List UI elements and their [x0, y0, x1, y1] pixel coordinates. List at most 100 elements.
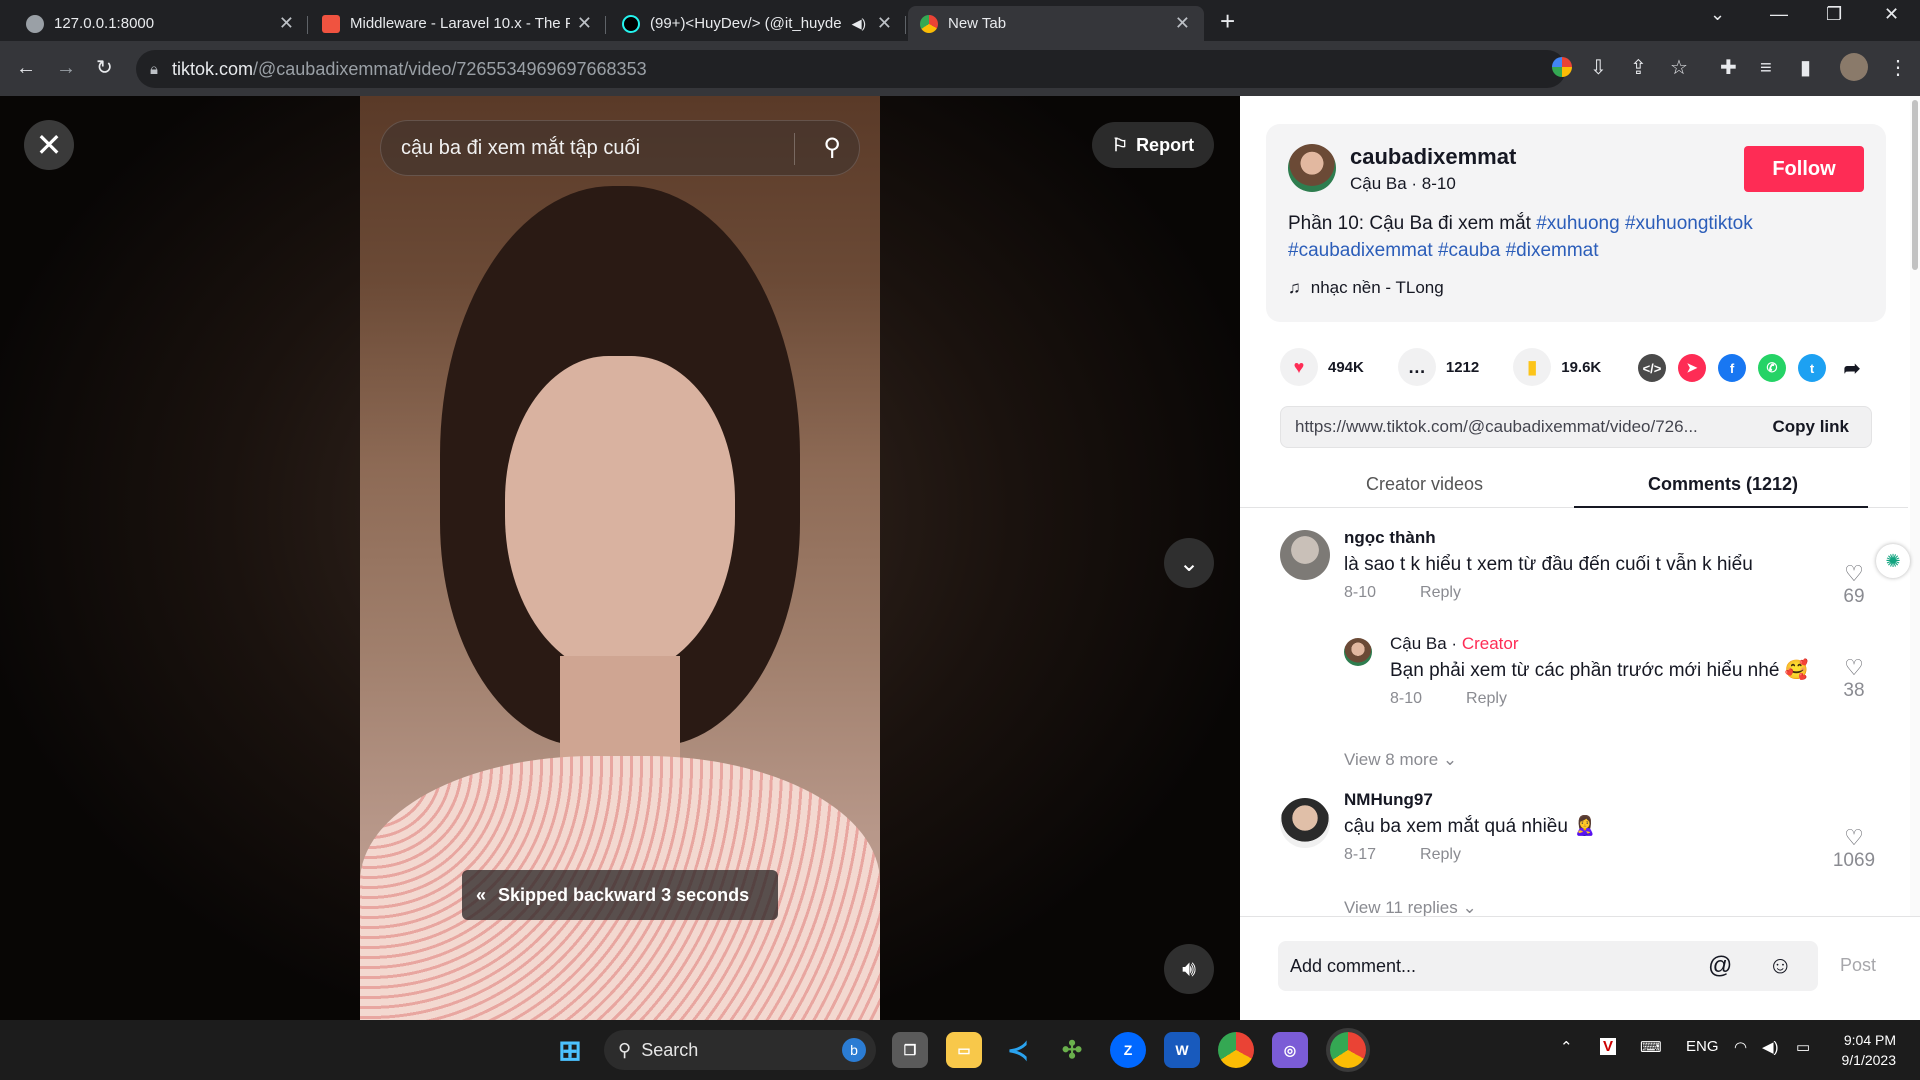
vscode-icon[interactable]: ≺: [1000, 1032, 1036, 1068]
back-icon[interactable]: ←: [16, 55, 36, 81]
install-app-icon[interactable]: ⇩: [1590, 55, 1607, 81]
task-view-icon[interactable]: ❐: [892, 1032, 928, 1068]
wifi-icon[interactable]: ◠: [1734, 1038, 1747, 1056]
lock-icon[interactable]: 🔒︎: [150, 61, 158, 78]
app-icon-purple[interactable]: ◎: [1272, 1032, 1308, 1068]
post-button[interactable]: Post: [1840, 955, 1876, 976]
speaker-icon[interactable]: ◀): [852, 16, 866, 32]
battery-icon[interactable]: ▭: [1796, 1038, 1810, 1056]
emoji-icon[interactable]: ☺: [1768, 952, 1793, 980]
close-tab-icon[interactable]: ✕: [577, 13, 592, 34]
volume-icon[interactable]: ◀): [1762, 1038, 1779, 1056]
reload-icon[interactable]: ↻: [96, 55, 113, 81]
whatsapp-icon[interactable]: ✆: [1758, 354, 1786, 382]
side-panel-icon[interactable]: ▮: [1800, 55, 1811, 81]
commenter-avatar[interactable]: [1280, 530, 1330, 580]
report-button[interactable]: ⚐ Report: [1092, 122, 1214, 168]
tab-comments[interactable]: Comments (1212): [1648, 474, 1798, 495]
share-arrow-icon[interactable]: ➦: [1838, 354, 1866, 382]
comment-author[interactable]: ngọc thành: [1344, 528, 1824, 548]
bing-icon[interactable]: b: [842, 1038, 866, 1062]
new-tab-plus-icon[interactable]: +: [1220, 6, 1235, 37]
close-window-icon[interactable]: ✕: [1884, 4, 1899, 25]
hashtag-link[interactable]: #dixemmat: [1506, 240, 1599, 261]
scrollbar[interactable]: [1910, 96, 1920, 1020]
heart-icon[interactable]: ♥: [1280, 348, 1318, 386]
zalo-icon[interactable]: Z: [1110, 1032, 1146, 1068]
tab-tiktok[interactable]: (99+)<HuyDev/> (@it_huyde ◀) ✕: [610, 6, 906, 41]
hashtag-link[interactable]: #cauba: [1438, 240, 1500, 261]
close-tab-icon[interactable]: ✕: [279, 13, 294, 34]
follow-button[interactable]: Follow: [1744, 146, 1864, 192]
file-explorer-icon[interactable]: ▭: [946, 1032, 982, 1068]
system-clock[interactable]: 9:04 PM 9/1/2023: [1836, 1030, 1897, 1070]
taskbar-search[interactable]: ⚲ Search b: [604, 1030, 876, 1070]
word-icon[interactable]: W: [1164, 1032, 1200, 1068]
heart-outline-icon[interactable]: ♡: [1824, 656, 1884, 680]
bookmark-star-icon[interactable]: ☆: [1670, 55, 1688, 81]
google-lens-icon[interactable]: [1552, 57, 1572, 77]
comment-like[interactable]: ♡ 38: [1824, 656, 1884, 702]
creator-username[interactable]: caubadixemmat: [1350, 144, 1516, 170]
tab-laravel[interactable]: Middleware - Laravel 10.x - The P ✕: [310, 6, 606, 41]
tab-search-chevron-icon[interactable]: ⌄: [1710, 4, 1725, 25]
reply-button[interactable]: Reply: [1466, 690, 1507, 708]
close-video-button[interactable]: ✕: [24, 120, 74, 170]
music-link[interactable]: ♫ nhạc nền - TLong: [1288, 278, 1444, 298]
media-controls-icon[interactable]: ≡: [1760, 55, 1772, 81]
share-link-url[interactable]: https://www.tiktok.com/@caubadixemmat/vi…: [1281, 417, 1741, 437]
heart-outline-icon[interactable]: ♡: [1824, 562, 1884, 586]
send-to-friends-icon[interactable]: ➤: [1678, 354, 1706, 382]
tab-localhost[interactable]: 127.0.0.1:8000 ✕: [14, 6, 308, 41]
profile-avatar[interactable]: [1840, 53, 1868, 81]
chatgpt-extension-icon[interactable]: ✺: [1876, 544, 1910, 578]
address-bar[interactable]: 🔒︎ tiktok.com/@caubadixemmat/video/72655…: [136, 50, 1566, 88]
creator-reply-avatar[interactable]: [1344, 638, 1372, 666]
embed-icon[interactable]: </>: [1638, 354, 1666, 382]
view-more-replies[interactable]: View 8 more ⌄: [1344, 750, 1457, 770]
keyboard-icon[interactable]: ⌨: [1640, 1038, 1662, 1056]
share-page-icon[interactable]: ⇪: [1630, 55, 1647, 81]
close-tab-icon[interactable]: ✕: [877, 13, 892, 34]
scrollbar-thumb[interactable]: [1912, 100, 1918, 270]
comment-author[interactable]: NMHung97: [1344, 790, 1824, 810]
comment-like[interactable]: ♡ 69: [1824, 562, 1884, 608]
comment-author[interactable]: Cậu Ba: [1390, 634, 1447, 653]
chrome-active-icon[interactable]: [1330, 1032, 1366, 1068]
minimize-icon[interactable]: —: [1770, 4, 1788, 25]
hashtag-link[interactable]: #caubadixemmat: [1288, 240, 1433, 261]
heart-outline-icon[interactable]: ♡: [1824, 826, 1884, 850]
commenter-avatar[interactable]: [1280, 798, 1330, 848]
hashtag-link[interactable]: #xuhuong: [1536, 213, 1619, 234]
reply-button[interactable]: Reply: [1420, 584, 1461, 602]
comment-icon[interactable]: …: [1397, 348, 1436, 386]
search-icon[interactable]: ⚲: [823, 133, 841, 162]
tray-chevron-icon[interactable]: ⌃: [1560, 1038, 1573, 1056]
video-search-input[interactable]: cậu ba đi xem mắt tập cuối ⚲: [380, 120, 860, 176]
app-icon[interactable]: ✣: [1054, 1032, 1090, 1068]
bookmark-icon[interactable]: ▮: [1513, 348, 1552, 386]
creator-avatar[interactable]: [1288, 144, 1336, 192]
windows-start-icon[interactable]: ⊞: [552, 1032, 588, 1068]
tab-new-tab[interactable]: New Tab ✕: [908, 6, 1204, 41]
copy-link-button[interactable]: Copy link: [1772, 417, 1849, 437]
next-video-button[interactable]: ⌄: [1164, 538, 1214, 588]
view-more-replies[interactable]: View 11 replies ⌄: [1344, 898, 1477, 918]
forward-icon[interactable]: →: [56, 55, 76, 81]
tab-creator-videos[interactable]: Creator videos: [1366, 474, 1483, 495]
add-comment-input[interactable]: Add comment... @ ☺: [1278, 941, 1818, 991]
comment-like[interactable]: ♡ 1069: [1824, 826, 1884, 872]
chrome-icon[interactable]: [1218, 1032, 1254, 1068]
maximize-icon[interactable]: ❐: [1826, 4, 1842, 25]
extensions-icon[interactable]: ✚: [1720, 55, 1737, 81]
chrome-menu-icon[interactable]: ⋮: [1888, 55, 1908, 81]
vtv-icon[interactable]: V: [1600, 1038, 1617, 1055]
mention-icon[interactable]: @: [1708, 952, 1732, 980]
language-indicator[interactable]: ENG: [1686, 1038, 1719, 1055]
hashtag-link[interactable]: #xuhuongtiktok: [1625, 213, 1753, 234]
reply-button[interactable]: Reply: [1420, 846, 1461, 864]
volume-button[interactable]: 🔊︎: [1164, 944, 1214, 994]
close-tab-icon[interactable]: ✕: [1175, 13, 1190, 34]
twitter-icon[interactable]: t: [1798, 354, 1826, 382]
facebook-icon[interactable]: f: [1718, 354, 1746, 382]
